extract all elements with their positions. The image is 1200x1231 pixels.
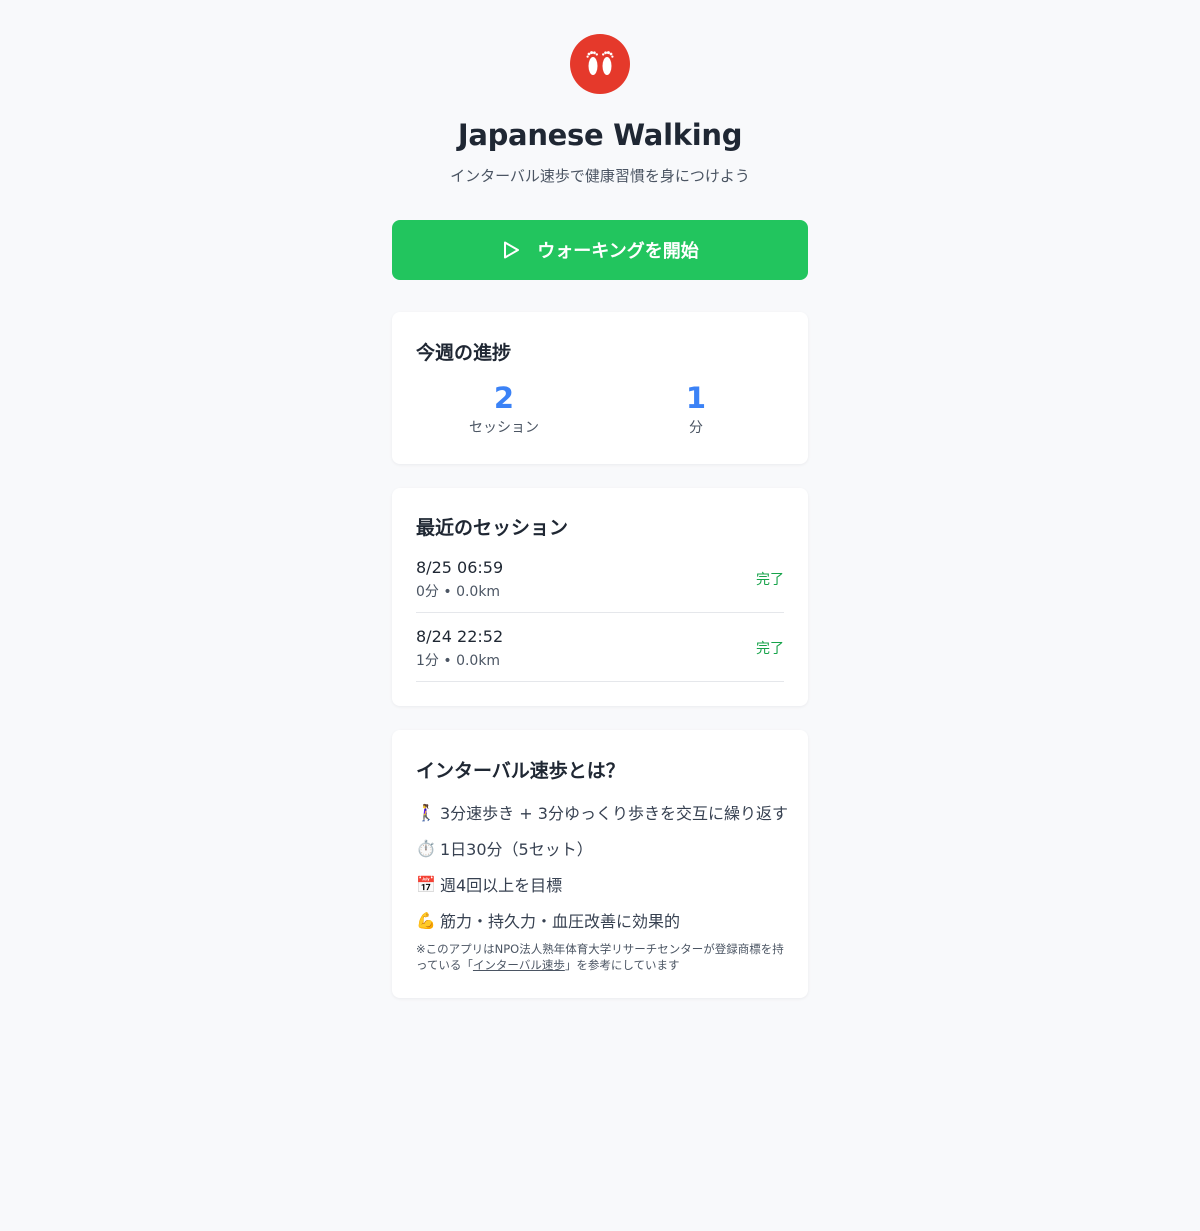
trademark-note: ※このアプリはNPO法人熟年体育大学リサーチセンターが登録商標を持っている「イン… <box>416 941 786 973</box>
about-title: インターバル速歩とは？ <box>416 760 625 782</box>
footprints-icon <box>586 51 614 75</box>
weekly-progress-card: 今週の進捗 2 セッション 1 分 <box>392 312 808 464</box>
session-row[interactable]: 8/24 22:52 1分 • 0.0km 完了 <box>416 613 784 682</box>
about-item-text: 筋力・持久力・血圧改善に効果的 <box>440 912 681 931</box>
about-item-text: 1日30分（5セット） <box>440 840 593 859</box>
sessions-stat: 2 セッション <box>416 378 592 438</box>
about-item: 📅 週4回以上を目標 <box>416 872 562 896</box>
app-logo <box>570 34 630 94</box>
minutes-label: 分 <box>689 420 703 436</box>
minutes-count: 1 <box>685 381 707 415</box>
about-item: 💪 筋力・持久力・血圧改善に効果的 <box>416 908 680 932</box>
flexed-biceps-icon: 💪 <box>416 910 436 930</box>
session-date: 8/24 22:52 <box>416 627 504 646</box>
about-item-text: 週4回以上を目標 <box>440 876 563 895</box>
stopwatch-icon: ⏱️ <box>416 838 436 858</box>
session-date: 8/25 06:59 <box>416 558 504 577</box>
about-item: 🚶‍♀️ 3分速歩き + 3分ゆっくり歩きを交互に繰り返す <box>416 800 788 824</box>
sessions-count: 2 <box>493 381 515 415</box>
session-detail: 0分 • 0.0km <box>416 584 501 600</box>
session-status-badge: 完了 <box>756 572 784 588</box>
walking-person-icon: 🚶‍♀️ <box>416 802 436 822</box>
weekly-progress-title: 今週の進捗 <box>416 342 512 364</box>
sessions-label: セッション <box>469 420 539 436</box>
interval-walking-link[interactable]: インターバル速歩 <box>473 958 565 972</box>
session-status-badge: 完了 <box>756 641 784 657</box>
about-item-text: 3分速歩き + 3分ゆっくり歩きを交互に繰り返す <box>440 804 788 823</box>
start-walking-label: ウォーキングを開始 <box>537 241 699 261</box>
recent-sessions-title: 最近のセッション <box>416 517 569 539</box>
play-icon <box>501 240 521 260</box>
session-row[interactable]: 8/25 06:59 0分 • 0.0km 完了 <box>416 544 784 613</box>
note-text-after: 」を参考にしています <box>564 958 680 972</box>
recent-sessions-card: 最近のセッション 8/25 06:59 0分 • 0.0km 完了 8/24 2… <box>392 488 808 706</box>
about-interval-walking-card: インターバル速歩とは？ 🚶‍♀️ 3分速歩き + 3分ゆっくり歩きを交互に繰り返… <box>392 730 808 998</box>
about-item: ⏱️ 1日30分（5セット） <box>416 836 593 860</box>
minutes-stat: 1 分 <box>608 378 784 438</box>
session-detail: 1分 • 0.0km <box>416 653 501 669</box>
app-subtitle: インターバル速歩で健康習慣を身につけよう <box>450 167 750 185</box>
start-walking-button[interactable]: ウォーキングを開始 <box>392 220 808 280</box>
calendar-icon: 📅 <box>416 874 436 894</box>
app-title: Japanese Walking <box>457 118 743 152</box>
